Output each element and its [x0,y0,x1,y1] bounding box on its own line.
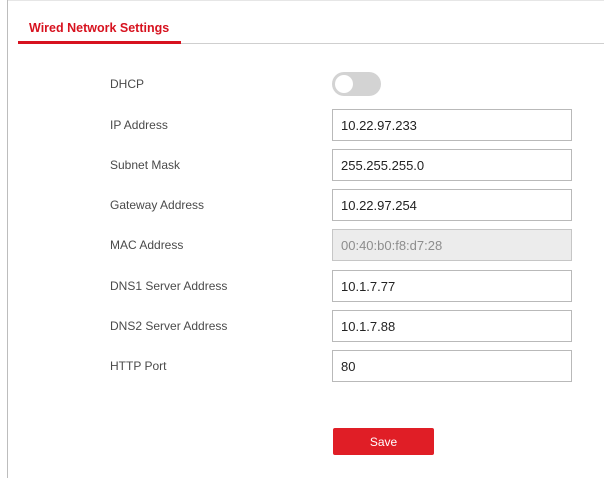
subnet-mask-label: Subnet Mask [110,158,181,172]
dns2-input[interactable] [332,310,572,342]
dns2-row: DNS2 Server Address [0,310,604,342]
top-divider [7,0,604,1]
ip-address-input[interactable] [332,109,572,141]
http-port-label: HTTP Port [110,359,167,373]
tab-bar: Wired Network Settings [18,14,604,44]
tab-wired-network-settings[interactable]: Wired Network Settings [18,14,182,44]
dhcp-toggle[interactable] [332,72,381,96]
dhcp-label: DHCP [110,77,145,91]
gateway-address-label: Gateway Address [110,198,205,212]
subnet-mask-row: Subnet Mask [0,149,604,181]
mac-address-row: MAC Address [0,229,604,261]
gateway-address-input[interactable] [332,189,572,221]
subnet-mask-input[interactable] [332,149,572,181]
dns1-input[interactable] [332,270,572,302]
network-settings-page: Wired Network Settings DHCP IP Address S… [0,0,604,478]
ip-address-row: IP Address [0,109,604,141]
mac-address-input [332,229,572,261]
dhcp-row: DHCP [0,68,604,100]
dns1-row: DNS1 Server Address [0,270,604,302]
mac-address-label: MAC Address [110,238,184,252]
dns1-label: DNS1 Server Address [110,279,228,293]
toggle-knob [335,75,353,93]
gateway-address-row: Gateway Address [0,189,604,221]
save-button[interactable]: Save [333,428,434,455]
ip-address-label: IP Address [110,118,168,132]
dns2-label: DNS2 Server Address [110,319,228,333]
http-port-input[interactable] [332,350,572,382]
http-port-row: HTTP Port [0,350,604,382]
